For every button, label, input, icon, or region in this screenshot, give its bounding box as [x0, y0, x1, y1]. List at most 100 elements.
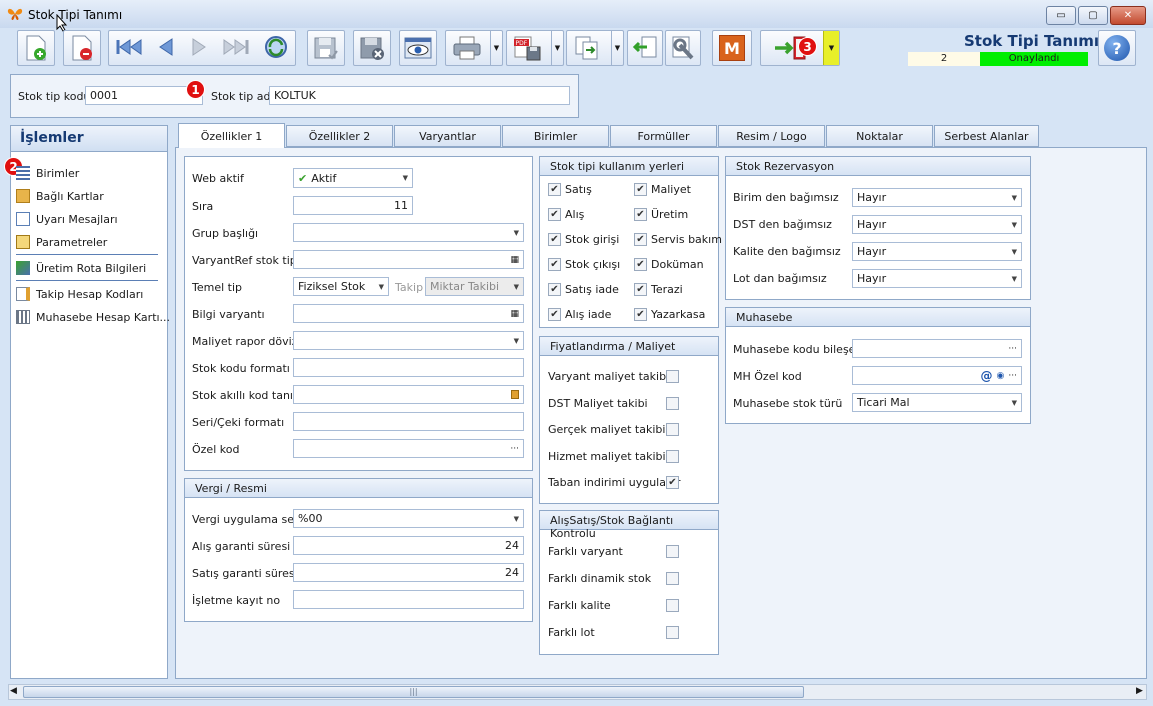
tab-resim-logo[interactable]: Resim / Logo — [718, 125, 825, 147]
reservation-dropdown[interactable]: Hayır ▼ — [852, 269, 1022, 288]
base-type-dropdown[interactable]: Fiziksel Stok ▼ — [293, 277, 389, 296]
tab-noktalar[interactable]: Noktalar — [826, 125, 933, 147]
checkbox[interactable] — [666, 545, 679, 558]
group-title-dropdown[interactable]: ▼ — [293, 223, 524, 242]
preview-eye-icon — [404, 37, 432, 59]
copy-button[interactable]: ▼ — [566, 30, 624, 66]
tab-ozellikler-1[interactable]: Özellikler 1 — [178, 123, 285, 148]
refresh-icon[interactable] — [262, 34, 290, 63]
checkbox[interactable] — [666, 626, 679, 639]
export-pdf-button[interactable]: PDF ▼ — [506, 30, 564, 66]
ellipsis-icon[interactable]: ··· — [1008, 371, 1017, 381]
reservation-dropdown[interactable]: Hayır ▼ — [852, 188, 1022, 207]
preview-button[interactable] — [399, 30, 437, 66]
ellipsis-icon[interactable]: ··· — [510, 444, 519, 454]
checkbox[interactable]: ✔ — [634, 233, 647, 246]
chevron-down-icon[interactable]: ▼ — [551, 31, 563, 65]
import-button[interactable] — [627, 30, 663, 66]
info-variant-field[interactable]: ▦ — [293, 304, 524, 323]
checkbox[interactable]: ✔ — [666, 476, 679, 489]
tax-set-dropdown[interactable]: %00 ▼ — [293, 509, 524, 528]
m-module-button[interactable]: M — [712, 30, 752, 66]
stock-type-name-field[interactable]: KOLTUK — [269, 86, 570, 105]
special-code-field[interactable]: ··· — [293, 439, 524, 458]
delete-button[interactable] — [63, 30, 101, 66]
sales-warranty-field[interactable]: 24 — [293, 563, 524, 582]
cost-currency-label: Maliyet rapor dövizi — [192, 335, 301, 348]
minimize-button[interactable]: ▭ — [1046, 6, 1076, 25]
close-button[interactable]: ✕ — [1110, 6, 1146, 25]
sidebar-item-bagli-kartlar[interactable]: Bağlı Kartlar — [16, 187, 104, 205]
sidebar-item-birimler[interactable]: Birimler — [16, 164, 79, 182]
checkbox[interactable] — [666, 396, 679, 410]
tab-serbest-alanlar[interactable]: Serbest Alanlar — [934, 125, 1039, 147]
maximize-button[interactable]: ▢ — [1078, 6, 1108, 25]
business-reg-field[interactable] — [293, 590, 524, 609]
ellipsis-icon[interactable]: ··· — [1008, 344, 1017, 354]
tab-birimler[interactable]: Birimler — [502, 125, 609, 147]
chevron-down-icon[interactable]: ▼ — [823, 31, 839, 65]
checkbox[interactable]: ✔ — [634, 208, 647, 221]
stock-code-format-field[interactable] — [293, 358, 524, 377]
checkbox[interactable] — [666, 572, 679, 585]
tab-ozellikler-2[interactable]: Özellikler 2 — [286, 125, 393, 147]
previous-record-icon[interactable] — [155, 36, 177, 61]
chevron-down-icon: ▼ — [513, 282, 519, 291]
scroll-right-icon[interactable]: ▶ — [1136, 686, 1143, 696]
lock-icon[interactable] — [511, 390, 519, 399]
tab-varyantlar[interactable]: Varyantlar — [394, 125, 501, 147]
reservation-label: DST den bağımsız — [733, 218, 832, 231]
chevron-down-icon[interactable]: ▼ — [611, 31, 623, 65]
mh-special-code-field[interactable]: @ ◉ ··· — [852, 366, 1022, 385]
checkbox[interactable]: ✔ — [548, 208, 561, 221]
checkbox[interactable]: ✔ — [634, 283, 647, 296]
print-button[interactable]: ▼ — [445, 30, 503, 66]
scroll-left-icon[interactable]: ◀ — [10, 686, 17, 696]
purchase-warranty-field[interactable]: 24 — [293, 536, 524, 555]
sidebar-item-uretim-rota[interactable]: Üretim Rota Bilgileri — [16, 259, 146, 277]
lookup-icon[interactable]: ▦ — [510, 255, 519, 265]
cancel-save-button[interactable] — [353, 30, 391, 66]
checkbox[interactable] — [666, 370, 679, 383]
checkbox[interactable] — [666, 423, 679, 436]
first-record-icon[interactable] — [114, 36, 144, 61]
sidebar-item-uyari-mesajlari[interactable]: Uyarı Mesajları — [16, 210, 118, 228]
next-record-icon[interactable] — [188, 36, 210, 61]
serial-format-field[interactable] — [293, 412, 524, 431]
checkbox[interactable]: ✔ — [548, 233, 561, 246]
sidebar-item-label: Uyarı Mesajları — [36, 212, 118, 226]
save-button[interactable] — [307, 30, 345, 66]
checkbox[interactable]: ✔ — [634, 308, 647, 321]
sidebar-item-takip-hesap[interactable]: Takip Hesap Kodları — [16, 285, 143, 303]
cost-currency-dropdown[interactable]: ▼ — [293, 331, 524, 350]
checkbox[interactable] — [666, 449, 679, 463]
view-icon[interactable]: ◉ — [997, 371, 1005, 381]
accounting-code-field[interactable]: ··· — [852, 339, 1022, 358]
checkbox[interactable] — [666, 599, 679, 612]
help-button[interactable]: ? — [1098, 30, 1136, 66]
order-field[interactable]: 11 — [293, 196, 413, 215]
sidebar-item-parametreler[interactable]: Parametreler — [16, 233, 107, 251]
checkbox[interactable]: ✔ — [548, 283, 561, 296]
settings-tools-button[interactable] — [665, 30, 701, 66]
scrollbar-thumb[interactable]: ||| — [23, 686, 804, 698]
reservation-dropdown[interactable]: Hayır ▼ — [852, 242, 1022, 261]
reservation-dropdown[interactable]: Hayır ▼ — [852, 215, 1022, 234]
sidebar-item-muhasebe-hesap[interactable]: Muhasebe Hesap Kartı... — [16, 308, 170, 326]
variantref-field[interactable]: ▦ — [293, 250, 524, 269]
checkbox[interactable]: ✔ — [634, 183, 647, 196]
checkbox[interactable]: ✔ — [548, 308, 561, 321]
chevron-down-icon[interactable]: ▼ — [490, 31, 502, 65]
checkbox[interactable]: ✔ — [548, 258, 561, 271]
at-icon[interactable]: @ — [981, 369, 993, 383]
web-active-dropdown[interactable]: ✔ Aktif ▼ — [293, 168, 413, 188]
new-button[interactable] — [17, 30, 55, 66]
wrench-icon — [672, 36, 694, 60]
lookup-icon[interactable]: ▦ — [510, 309, 519, 319]
accounting-stock-type-dropdown[interactable]: Ticari Mal ▼ — [852, 393, 1022, 412]
tab-formuller[interactable]: Formüller — [610, 125, 717, 147]
last-record-icon[interactable] — [221, 36, 251, 61]
checkbox[interactable]: ✔ — [548, 183, 561, 196]
checkbox[interactable]: ✔ — [634, 258, 647, 271]
smart-code-field[interactable] — [293, 385, 524, 404]
